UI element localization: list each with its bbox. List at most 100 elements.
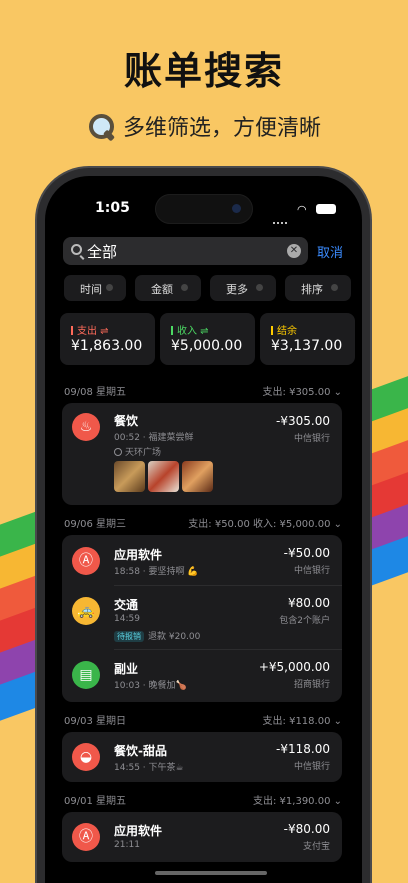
- day-header: 09/08 星期五 支出: ¥305.00 ⌄: [62, 375, 342, 403]
- transaction-tags: 待报销 退款 ¥20.00: [114, 629, 200, 642]
- status-time: 1:05: [95, 200, 130, 216]
- transaction-account: 招商银行: [293, 680, 330, 690]
- transaction-amount: -¥305.00: [276, 414, 330, 428]
- balance-label: 结余: [277, 326, 297, 337]
- income-total: ¥5,000.00: [171, 338, 243, 354]
- taxi-icon: 🚕: [72, 597, 100, 625]
- day-header: 09/01 星期五 支出: ¥1,390.00 ⌄: [62, 784, 342, 812]
- magnifier-icon: [87, 113, 115, 141]
- transaction-account: 中信银行: [293, 762, 330, 772]
- transaction-title: 餐饮: [114, 414, 139, 428]
- search-bar: ✕ 取消: [63, 237, 352, 265]
- transaction-note: 14:59: [114, 614, 140, 624]
- battery-icon: [316, 204, 336, 214]
- hero-subtitle-text: 多维筛选，方便清晰: [122, 116, 321, 141]
- day-header: 09/06 星期三 支出: ¥50.00 收入: ¥5,000.00 ⌄: [62, 507, 342, 535]
- transaction-note: 21:11: [114, 840, 140, 850]
- dropdown-dot-icon: [106, 284, 113, 291]
- food-photo[interactable]: [182, 461, 213, 492]
- search-input[interactable]: [87, 240, 277, 262]
- clear-icon[interactable]: ✕: [287, 244, 301, 258]
- transaction-note: 14:55 · 下午茶☕: [114, 763, 184, 773]
- app-store-icon: Ⓐ: [72, 547, 100, 575]
- filter-time[interactable]: 时间: [64, 275, 126, 301]
- dessert-icon: ◒: [72, 743, 100, 771]
- location-icon: [114, 448, 122, 456]
- transaction-account: 支付宝: [302, 842, 330, 852]
- transaction-note: 10:03 · 晚餐加🍗: [114, 681, 187, 691]
- food-photo[interactable]: [148, 461, 179, 492]
- day-summary: 支出: ¥118.00 ⌄: [262, 716, 342, 727]
- day-group: ♨ 餐饮 00:52 · 福建菜尝鲜 天环广场 -¥305.00 中信银行: [62, 403, 342, 505]
- expense-card[interactable]: 支出 ⇌ ¥1,863.00: [60, 313, 155, 365]
- app-screen: 1:05 ◠ ✕ 取消 时间 金额 更多 排序: [45, 176, 362, 883]
- hero-subtitle: 多维筛选，方便清晰: [0, 110, 408, 142]
- transaction-title: 副业: [114, 662, 139, 676]
- transaction-amount: +¥5,000.00: [258, 660, 330, 674]
- transaction-amount: -¥50.00: [283, 546, 330, 560]
- transaction-row[interactable]: ◒ 餐饮-甜品 14:55 · 下午茶☕ -¥118.00 中信银行: [62, 732, 342, 782]
- transaction-note: 18:58 · 要坚持啊 💪: [114, 567, 199, 577]
- filter-bar: 时间 金额 更多 排序: [64, 275, 362, 301]
- dropdown-dot-icon: [331, 284, 338, 291]
- expense-label: 支出 ⇌: [77, 326, 109, 337]
- balance-total: ¥3,137.00: [271, 338, 343, 354]
- income-label: 收入 ⇌: [177, 326, 209, 337]
- transaction-title: 应用软件: [114, 824, 163, 838]
- status-bar: 1:05 ◠: [45, 176, 362, 228]
- day-date: 09/01 星期五: [64, 796, 126, 807]
- day-header: 09/03 星期日 支出: ¥118.00 ⌄: [62, 704, 342, 732]
- home-indicator[interactable]: [155, 871, 267, 875]
- income-card[interactable]: 收入 ⇌ ¥5,000.00: [160, 313, 255, 365]
- cellular-signal-icon: [273, 205, 289, 224]
- transaction-amount: ¥80.00: [288, 596, 330, 610]
- transaction-account: 中信银行: [293, 434, 330, 444]
- transaction-title: 交通: [114, 598, 139, 612]
- balance-card[interactable]: 结余 ¥3,137.00: [260, 313, 355, 365]
- transaction-note: 00:52 · 福建菜尝鲜: [114, 433, 194, 443]
- day-group: Ⓐ 应用软件 21:11 -¥80.00 支付宝: [62, 812, 342, 862]
- transaction-title: 应用软件: [114, 548, 163, 562]
- app-store-icon: Ⓐ: [72, 823, 100, 851]
- transaction-row[interactable]: ♨ 餐饮 00:52 · 福建菜尝鲜 天环广场 -¥305.00 中信银行: [62, 403, 342, 505]
- transaction-title: 餐饮-甜品: [114, 744, 167, 758]
- wifi-icon: ◠: [297, 203, 307, 216]
- transaction-list: 09/08 星期五 支出: ¥305.00 ⌄ ♨ 餐饮 00:52 · 福建菜…: [62, 375, 342, 864]
- day-date: 09/03 星期日: [64, 716, 126, 727]
- day-summary: 支出: ¥1,390.00 ⌄: [253, 796, 342, 807]
- pending-reimburse-badge: 待报销: [114, 631, 144, 642]
- cancel-button[interactable]: 取消: [317, 242, 343, 261]
- transaction-account: 中信银行: [293, 566, 330, 576]
- day-date: 09/08 星期五: [64, 387, 126, 398]
- hero-title: 账单搜索: [123, 49, 284, 93]
- side-job-icon: ▤: [72, 661, 100, 689]
- transaction-amount: -¥80.00: [283, 822, 330, 836]
- dynamic-island: [155, 194, 253, 224]
- dropdown-dot-icon: [256, 284, 263, 291]
- transaction-row[interactable]: Ⓐ 应用软件 18:58 · 要坚持啊 💪 -¥50.00 中信银行: [62, 535, 342, 585]
- transaction-account: 包含2个账户: [279, 616, 330, 626]
- day-summary: 支出: ¥305.00 ⌄: [262, 387, 342, 398]
- filter-amount[interactable]: 金额: [135, 275, 201, 301]
- search-icon: [71, 244, 82, 255]
- dropdown-dot-icon: [181, 284, 188, 291]
- summary-cards: 支出 ⇌ ¥1,863.00 收入 ⇌ ¥5,000.00 结余 ¥3,137.…: [60, 313, 362, 365]
- transaction-photos: [114, 461, 216, 496]
- day-group: ◒ 餐饮-甜品 14:55 · 下午茶☕ -¥118.00 中信银行: [62, 732, 342, 782]
- transaction-amount: -¥118.00: [276, 742, 330, 756]
- search-box[interactable]: ✕: [63, 237, 308, 265]
- day-date: 09/06 星期三: [64, 519, 126, 530]
- transaction-row[interactable]: Ⓐ 应用软件 21:11 -¥80.00 支付宝: [62, 812, 342, 862]
- transaction-location: 天环广场: [114, 445, 161, 458]
- expense-total: ¥1,863.00: [71, 338, 143, 354]
- food-photo[interactable]: [114, 461, 145, 492]
- refund-note: 退款 ¥20.00: [148, 632, 201, 642]
- filter-sort[interactable]: 排序: [285, 275, 351, 301]
- day-summary: 支出: ¥50.00 收入: ¥5,000.00 ⌄: [188, 519, 342, 530]
- food-icon: ♨: [72, 413, 100, 441]
- phone-frame: 1:05 ◠ ✕ 取消 时间 金额 更多 排序: [37, 168, 370, 883]
- filter-more[interactable]: 更多: [210, 275, 276, 301]
- day-group: Ⓐ 应用软件 18:58 · 要坚持啊 💪 -¥50.00 中信银行 🚕 交通 …: [62, 535, 342, 702]
- transaction-row[interactable]: ▤ 副业 10:03 · 晚餐加🍗 +¥5,000.00 招商银行: [62, 649, 342, 702]
- transaction-row[interactable]: 🚕 交通 14:59 待报销 退款 ¥20.00 ¥80.00 包含2个账户: [62, 585, 342, 649]
